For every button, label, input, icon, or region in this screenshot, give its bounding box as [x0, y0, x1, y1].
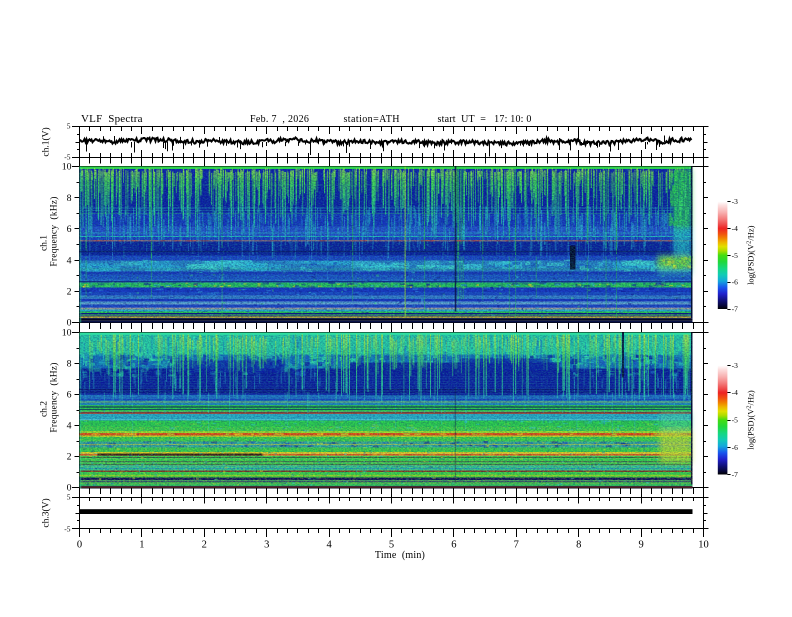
svg-text:10: 10 — [698, 539, 709, 550]
svg-text:start UT = 17: 10: 0: start UT = 17: 10: 0 — [438, 114, 532, 125]
svg-text:10: 10 — [62, 162, 72, 173]
svg-text:ch.1(V): ch.1(V) — [41, 127, 52, 156]
svg-text:8: 8 — [576, 539, 581, 550]
svg-text:7: 7 — [514, 539, 519, 550]
svg-text:6: 6 — [67, 390, 72, 401]
svg-text:5: 5 — [389, 539, 394, 550]
svg-text:4: 4 — [326, 539, 332, 550]
svg-text:0: 0 — [77, 539, 82, 550]
svg-text:ch.3(V): ch.3(V) — [41, 498, 52, 527]
svg-text:4: 4 — [67, 255, 72, 266]
svg-text:-5: -5 — [64, 524, 70, 533]
svg-text:6: 6 — [67, 224, 72, 235]
svg-text:ch.1: ch.1 — [40, 235, 50, 251]
svg-text:Feb. 7 , 2026: Feb. 7 , 2026 — [250, 114, 309, 125]
svg-text:3: 3 — [264, 539, 269, 550]
svg-text:Frequency (kHz): Frequency (kHz) — [49, 362, 60, 432]
svg-text:9: 9 — [638, 539, 643, 550]
svg-text:station=ATH: station=ATH — [344, 114, 400, 125]
svg-text:2: 2 — [67, 452, 72, 463]
svg-text:0: 0 — [67, 483, 72, 494]
svg-text:2: 2 — [67, 287, 72, 298]
svg-text:4: 4 — [67, 421, 72, 432]
svg-text:6: 6 — [451, 539, 456, 550]
svg-text:1: 1 — [139, 539, 144, 550]
svg-text:5: 5 — [67, 121, 71, 130]
svg-text:8: 8 — [67, 193, 72, 204]
svg-text:10: 10 — [62, 328, 72, 339]
svg-text:-5: -5 — [64, 153, 70, 162]
svg-text:2: 2 — [202, 539, 207, 550]
svg-text:ch.2: ch.2 — [40, 401, 50, 417]
svg-text:Time (min): Time (min) — [375, 550, 425, 561]
svg-text:VLF Spectra: VLF Spectra — [81, 113, 143, 125]
svg-text:8: 8 — [67, 359, 72, 370]
svg-text:5: 5 — [67, 493, 71, 502]
svg-text:Frequency (kHz): Frequency (kHz) — [49, 196, 60, 266]
